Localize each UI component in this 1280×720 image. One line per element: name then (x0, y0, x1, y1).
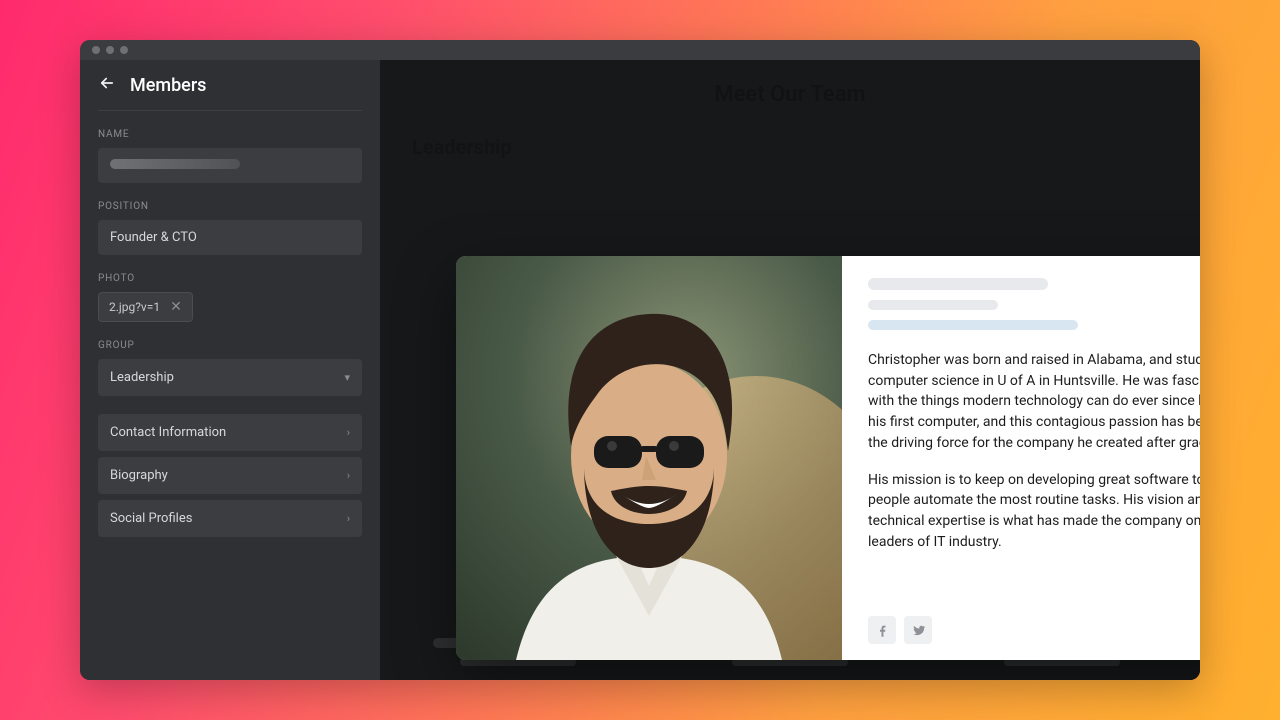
group-field-block: GROUP Leadership ▾ (98, 340, 362, 396)
bio-paragraph-2: His mission is to keep on developing gre… (868, 470, 1200, 553)
window-titlebar (80, 40, 1200, 60)
accordion-stack: Contact Information › Biography › Social… (98, 414, 362, 537)
photo-field-block: PHOTO 2.jpg?v=1 ✕ (98, 273, 362, 322)
photo-label: PHOTO (98, 273, 362, 284)
settings-sidebar: Members NAME POSITION Founder & CTO PHOT… (80, 60, 380, 680)
member-position-skeleton (868, 300, 998, 310)
member-link-skeleton (868, 320, 1078, 330)
app-window: Members NAME POSITION Founder & CTO PHOT… (80, 40, 1200, 680)
position-input[interactable]: Founder & CTO (98, 220, 362, 255)
twitter-icon[interactable] (904, 616, 932, 644)
social-links-row (868, 616, 932, 644)
member-photo (456, 256, 842, 660)
sidebar-title: Members (130, 75, 206, 96)
accordion-social-label: Social Profiles (110, 511, 192, 526)
facebook-icon[interactable] (868, 616, 896, 644)
chevron-right-icon: › (347, 469, 350, 482)
member-detail-content: ✕ Christopher was born and raised in Ala… (842, 256, 1200, 660)
accordion-contact-info[interactable]: Contact Information › (98, 414, 362, 451)
chevron-down-icon: ▾ (344, 371, 350, 384)
traffic-light-zoom[interactable] (120, 46, 128, 54)
chevron-right-icon: › (347, 512, 350, 525)
remove-photo-icon[interactable]: ✕ (170, 300, 182, 314)
accordion-bio-label: Biography (110, 468, 168, 483)
accordion-contact-label: Contact Information (110, 425, 226, 440)
member-detail-modal: ✕ Christopher was born and raised in Ala… (456, 256, 1200, 660)
group-selected-value: Leadership (110, 370, 174, 385)
accordion-social-profiles[interactable]: Social Profiles › (98, 500, 362, 537)
group-select[interactable]: Leadership ▾ (98, 359, 362, 396)
back-arrow-icon[interactable] (98, 74, 116, 96)
position-field-block: POSITION Founder & CTO (98, 201, 362, 255)
traffic-light-close[interactable] (92, 46, 100, 54)
photo-chip[interactable]: 2.jpg?v=1 ✕ (98, 292, 193, 322)
sidebar-header: Members (98, 74, 362, 111)
chevron-right-icon: › (347, 426, 350, 439)
name-input[interactable] (98, 148, 362, 183)
accordion-biography[interactable]: Biography › (98, 457, 362, 494)
name-field-block: NAME (98, 129, 362, 183)
name-label: NAME (98, 129, 362, 140)
member-biography: Christopher was born and raised in Alaba… (868, 350, 1200, 552)
traffic-light-minimize[interactable] (106, 46, 114, 54)
name-placeholder-skeleton (110, 159, 240, 169)
member-name-skeleton (868, 278, 1048, 290)
position-label: POSITION (98, 201, 362, 212)
bio-paragraph-1: Christopher was born and raised in Alaba… (868, 350, 1200, 454)
photo-filename: 2.jpg?v=1 (109, 300, 160, 314)
group-label: GROUP (98, 340, 362, 351)
